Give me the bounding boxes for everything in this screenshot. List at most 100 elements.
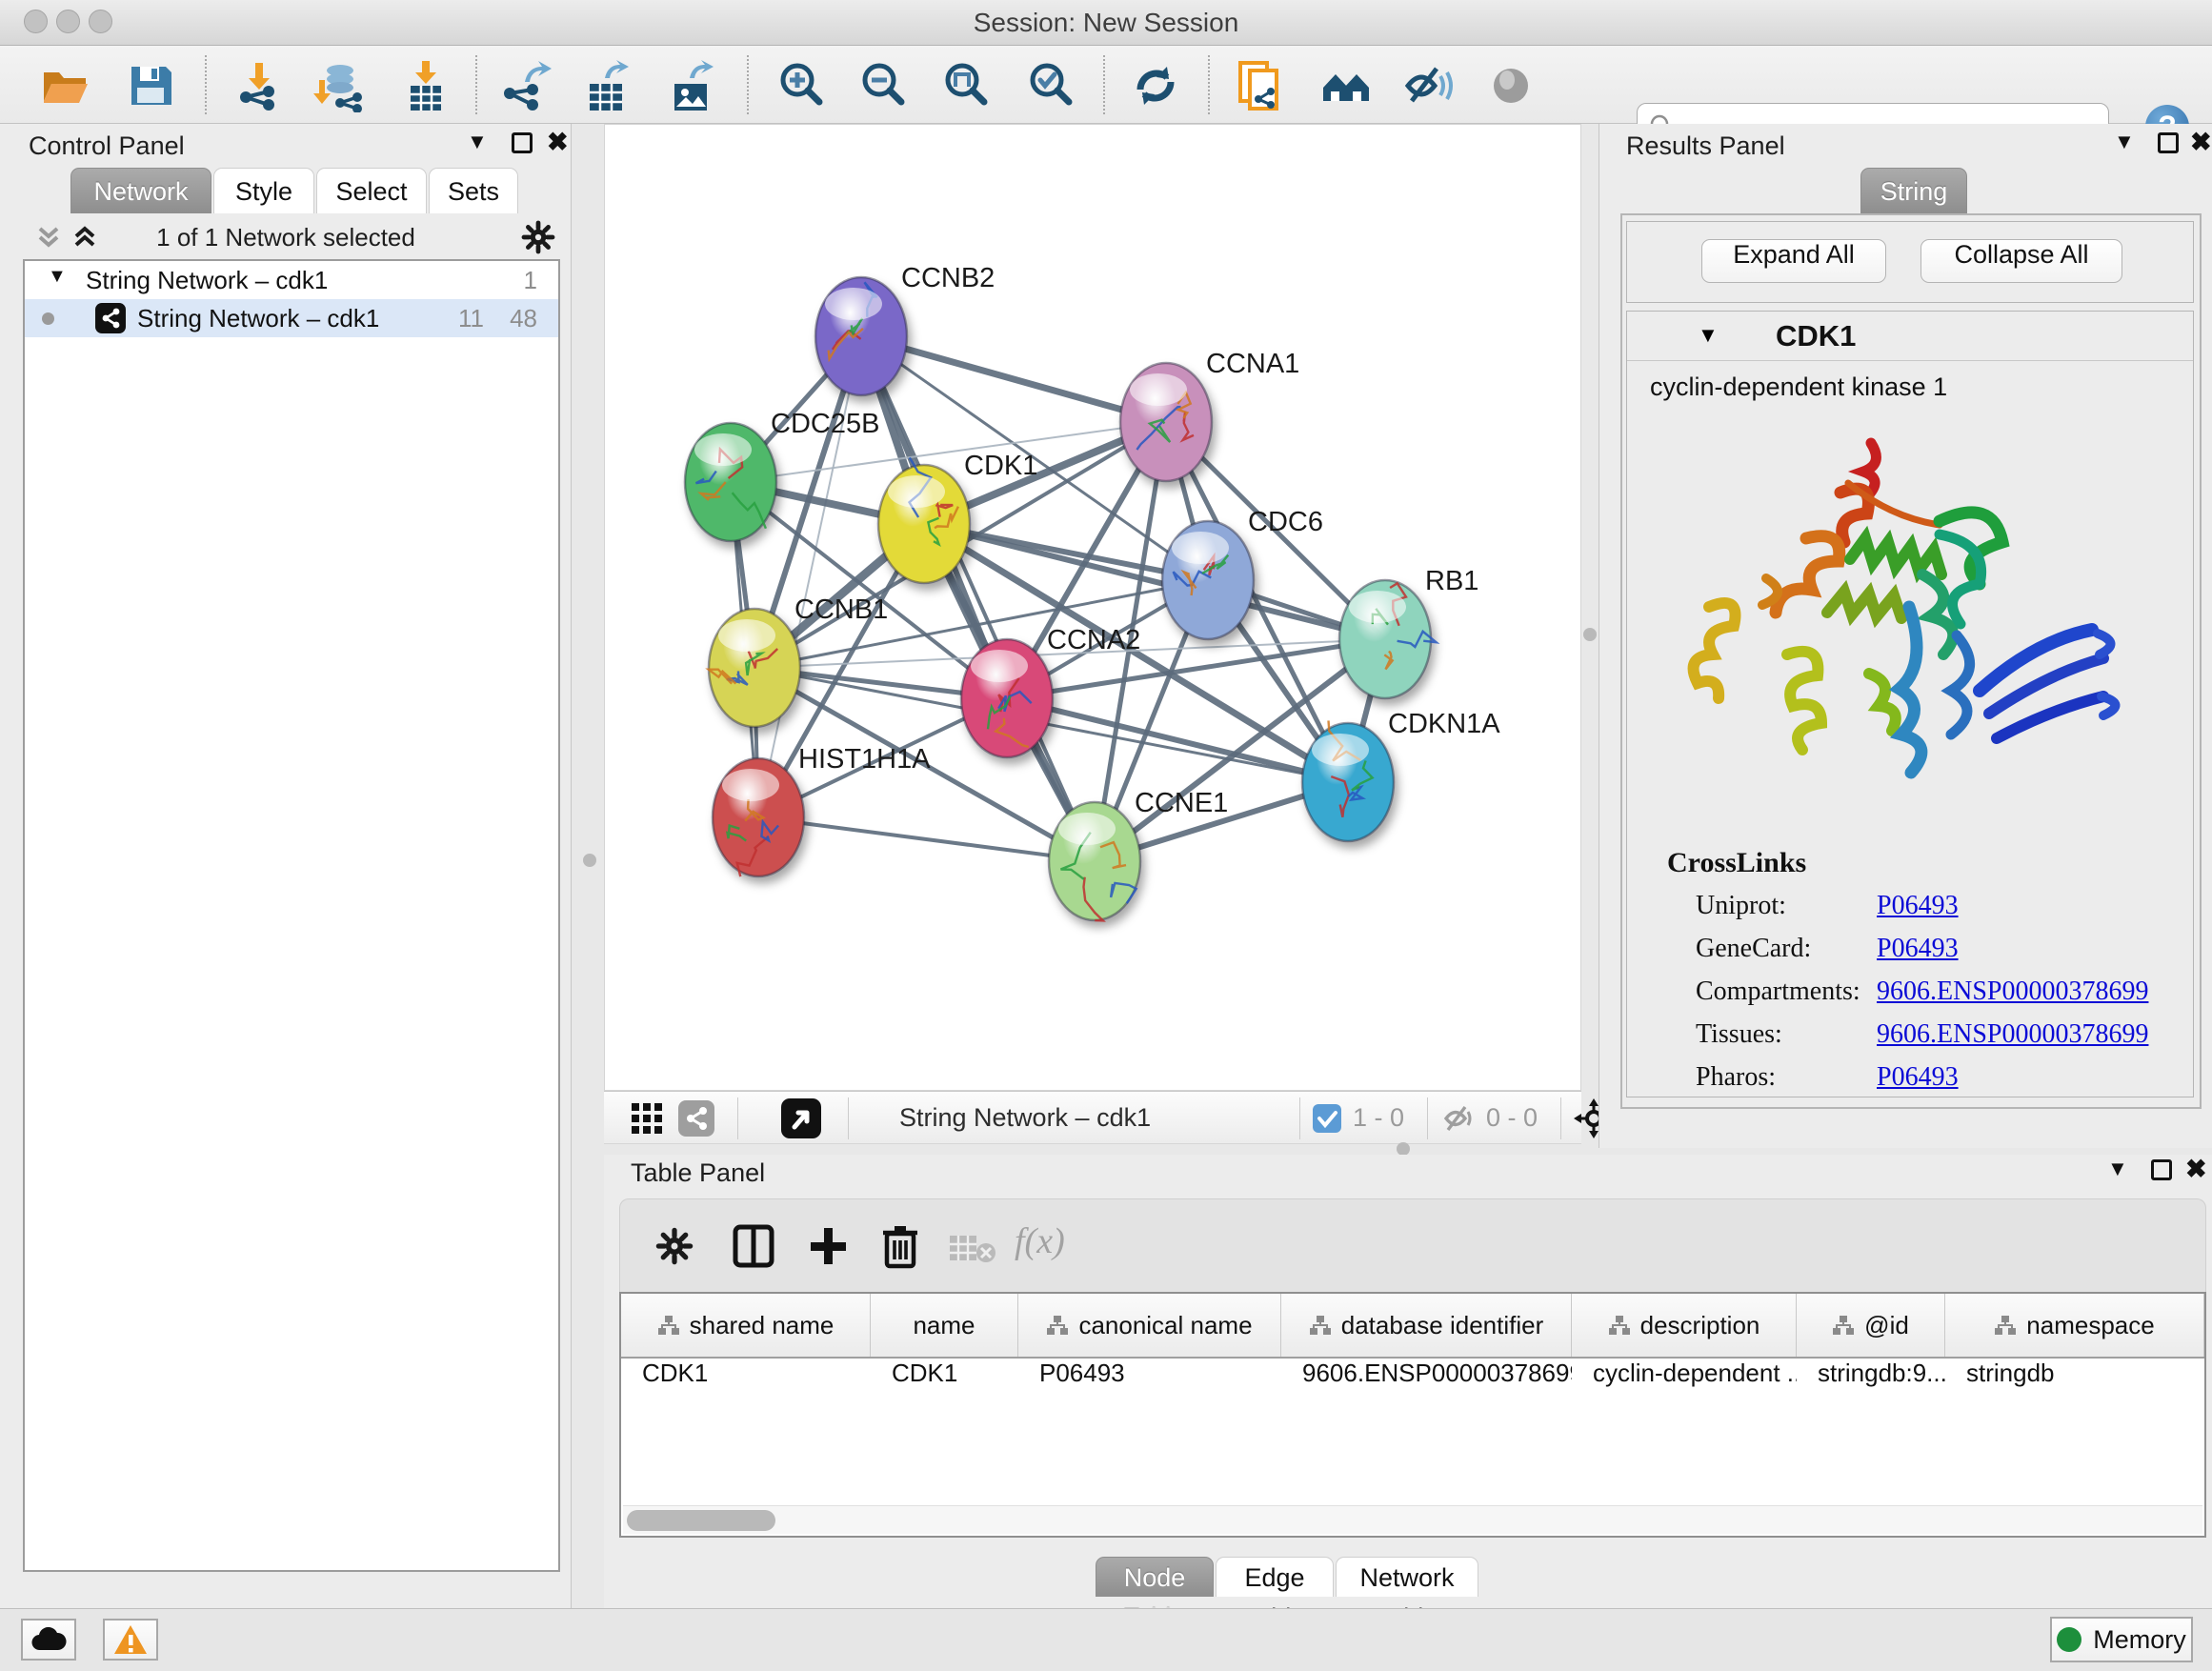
network-node-RB1[interactable]: RB1	[1339, 566, 1478, 698]
control-panel-float-icon[interactable]	[512, 132, 533, 153]
zoom-fit-icon[interactable]	[939, 59, 993, 112]
table-panel-float-icon[interactable]	[2151, 1159, 2172, 1180]
network-node-CDK1[interactable]: CDK1	[878, 451, 1037, 583]
table-panel-close-icon[interactable]: ✖	[2185, 1155, 2207, 1184]
expand-collapse-bar: Expand All Collapse All	[1626, 221, 2194, 303]
crosslink-link[interactable]: P06493	[1877, 891, 1959, 921]
column-header-description[interactable]: description	[1572, 1294, 1797, 1357]
tab-select[interactable]: Select	[316, 168, 427, 213]
crosslink-link[interactable]: 9606.ENSP00000378699	[1877, 1019, 2148, 1050]
main-toolbar: ?	[0, 46, 2212, 124]
column-header--id[interactable]: @id	[1797, 1294, 1945, 1357]
tab-style[interactable]: Style	[213, 168, 314, 213]
node-label-CCNE1: CCNE1	[1135, 788, 1228, 818]
table-cell[interactable]: 9606.ENSP00000378699	[1281, 1359, 1572, 1395]
import-table-file-icon[interactable]	[399, 59, 452, 112]
selected-checkbox-icon[interactable]	[1313, 1104, 1341, 1133]
tab-edge-table[interactable]: Edge Table	[1216, 1557, 1334, 1597]
table-row[interactable]: CDK1CDK1P064939606.ENSP00000378699cyclin…	[621, 1359, 2204, 1395]
zoom-in-icon[interactable]	[774, 59, 828, 112]
home-icon[interactable]	[1319, 59, 1373, 112]
export-network-icon[interactable]	[498, 59, 552, 112]
network-node-CDKN1A[interactable]: CDKN1A	[1302, 709, 1500, 841]
bottom-splitter-handle[interactable]	[1397, 1142, 1410, 1156]
network-node-CCNB1[interactable]: CCNB1	[709, 594, 889, 727]
tab-sets[interactable]: Sets	[429, 168, 518, 213]
network-share-icon[interactable]	[678, 1100, 714, 1137]
export-image-icon[interactable]	[665, 59, 718, 112]
column-header-canonical-name[interactable]: canonical name	[1018, 1294, 1281, 1357]
warnings-button[interactable]	[103, 1619, 158, 1661]
crosslink-link[interactable]: 9606.ENSP00000378699	[1877, 976, 2148, 1007]
window-close-button[interactable]	[24, 10, 48, 33]
crosslink-link[interactable]: P06493	[1877, 1062, 1959, 1093]
clone-network-icon[interactable]	[1233, 59, 1286, 112]
tab-network-table[interactable]: Network Table	[1336, 1557, 1478, 1597]
tab-network[interactable]: Network	[70, 168, 211, 213]
network-node-CCNA1[interactable]: CCNA1	[1120, 349, 1299, 481]
collapse-all-button[interactable]: Collapse All	[1920, 239, 2122, 283]
control-panel-menu-icon[interactable]: ▼	[467, 130, 488, 154]
results-panel-menu-icon[interactable]: ▼	[2114, 130, 2135, 154]
open-session-icon[interactable]	[38, 59, 91, 112]
table-cell[interactable]: CDK1	[621, 1359, 871, 1395]
network-canvas[interactable]: CCNB2CCNA1CDC25BCDK1CDC6RB1CCNB1CCNA2CDK…	[604, 124, 1581, 1091]
delete-column-icon[interactable]	[879, 1222, 921, 1270]
zoom-out-icon[interactable]	[856, 59, 910, 112]
collapse-section-icon[interactable]: ▼	[1698, 323, 1719, 348]
window-zoom-button[interactable]	[89, 10, 112, 33]
save-session-icon[interactable]	[124, 59, 177, 112]
column-type-icon	[1309, 1314, 1332, 1337]
cloud-button[interactable]	[21, 1619, 76, 1661]
table-cell[interactable]: stringdb:9...	[1797, 1359, 1945, 1395]
hidden-eye-icon[interactable]	[1442, 1103, 1477, 1134]
table-cell[interactable]: cyclin-dependent ...	[1572, 1359, 1797, 1395]
column-header-database-identifier[interactable]: database identifier	[1281, 1294, 1572, 1357]
control-panel-close-icon[interactable]: ✖	[547, 128, 569, 157]
show-columns-icon[interactable]	[733, 1224, 774, 1268]
results-panel-close-icon[interactable]: ✖	[2190, 128, 2212, 157]
table-options-gear-icon[interactable]	[654, 1226, 694, 1266]
network-node-CCNB2[interactable]: CCNB2	[815, 263, 995, 395]
hscrollbar-thumb[interactable]	[627, 1510, 775, 1531]
toolbar-separator	[747, 55, 749, 114]
zoom-selected-icon[interactable]	[1024, 59, 1077, 112]
function-builder-icon[interactable]: f(x)	[1015, 1220, 1065, 1262]
table-cell[interactable]: stringdb	[1945, 1359, 2204, 1395]
collapse-all-icon[interactable]	[34, 223, 63, 252]
right-splitter-handle[interactable]	[1583, 628, 1597, 641]
network-node-HIST1H1A[interactable]: HIST1H1A	[713, 744, 931, 876]
apply-layout-icon[interactable]	[1129, 59, 1182, 112]
tab-string[interactable]: String	[1860, 168, 1967, 213]
network-tree-root-row[interactable]: ▼ String Network – cdk1 1	[25, 261, 558, 299]
import-network-database-icon[interactable]	[312, 59, 365, 112]
network-options-gear-icon[interactable]	[520, 219, 556, 255]
node-result-header[interactable]: ▼ CDK1	[1627, 312, 2193, 361]
memory-button[interactable]: Memory	[2050, 1617, 2193, 1662]
export-table-icon[interactable]	[580, 59, 633, 112]
table-cell[interactable]: CDK1	[871, 1359, 1018, 1395]
show-graphics-details-icon[interactable]	[1484, 59, 1538, 112]
window-minimize-button[interactable]	[56, 10, 80, 33]
table-panel-menu-icon[interactable]: ▼	[2107, 1157, 2128, 1181]
tab-node-table[interactable]: Node Table	[1096, 1557, 1214, 1597]
network-tree-child-row[interactable]: String Network – cdk1 11 48	[25, 299, 558, 337]
column-header-name[interactable]: name	[871, 1294, 1018, 1357]
tree-expand-icon[interactable]: ▼	[48, 266, 67, 288]
expand-all-icon[interactable]	[70, 223, 99, 252]
left-splitter-handle[interactable]	[583, 854, 596, 867]
add-column-icon[interactable]	[807, 1224, 849, 1268]
import-network-file-icon[interactable]	[232, 59, 286, 112]
table-cell[interactable]: P06493	[1018, 1359, 1281, 1395]
network-node-CCNE1[interactable]: CCNE1	[1049, 788, 1228, 920]
column-header-namespace[interactable]: namespace	[1945, 1294, 2204, 1357]
crosslink-link[interactable]: P06493	[1877, 934, 1959, 964]
grid-view-icon[interactable]	[631, 1102, 663, 1135]
table-hscrollbar[interactable]	[623, 1505, 2202, 1534]
expand-all-button[interactable]: Expand All	[1701, 239, 1886, 283]
birdseye-view-icon[interactable]	[781, 1098, 821, 1138]
hide-graphics-details-icon[interactable]	[1402, 59, 1456, 112]
results-panel-float-icon[interactable]	[2158, 132, 2179, 153]
column-header-shared-name[interactable]: shared name	[621, 1294, 871, 1357]
delete-table-icon[interactable]	[948, 1232, 997, 1264]
